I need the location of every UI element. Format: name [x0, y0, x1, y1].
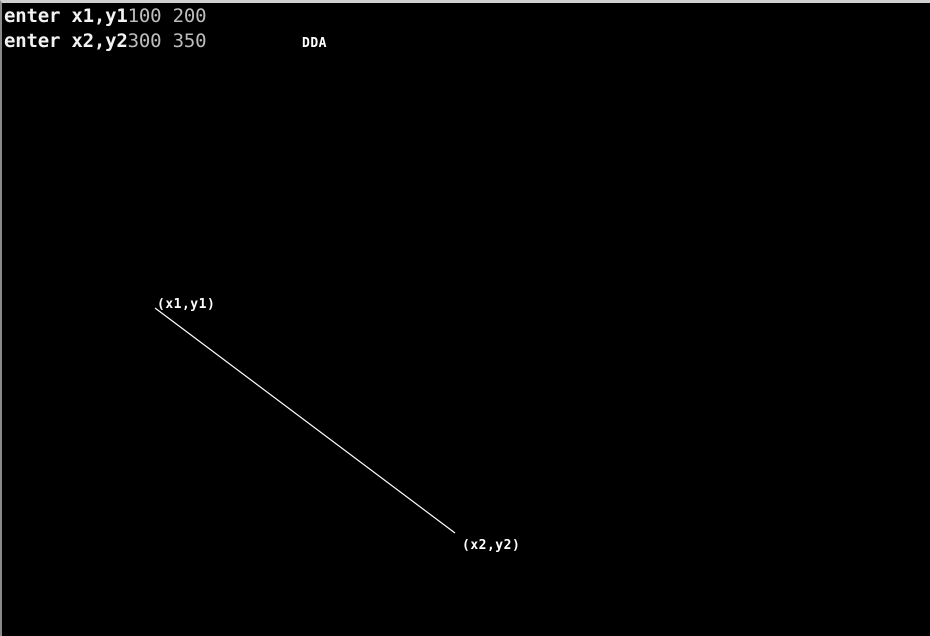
dda-line: [154, 307, 456, 534]
end-point-label: (x2,y2): [462, 538, 521, 553]
graphics-console-window: enter x1,y1100 200 enter x2,y2300 350 DD…: [0, 0, 930, 636]
start-point-label: (x1,y1): [157, 297, 216, 312]
